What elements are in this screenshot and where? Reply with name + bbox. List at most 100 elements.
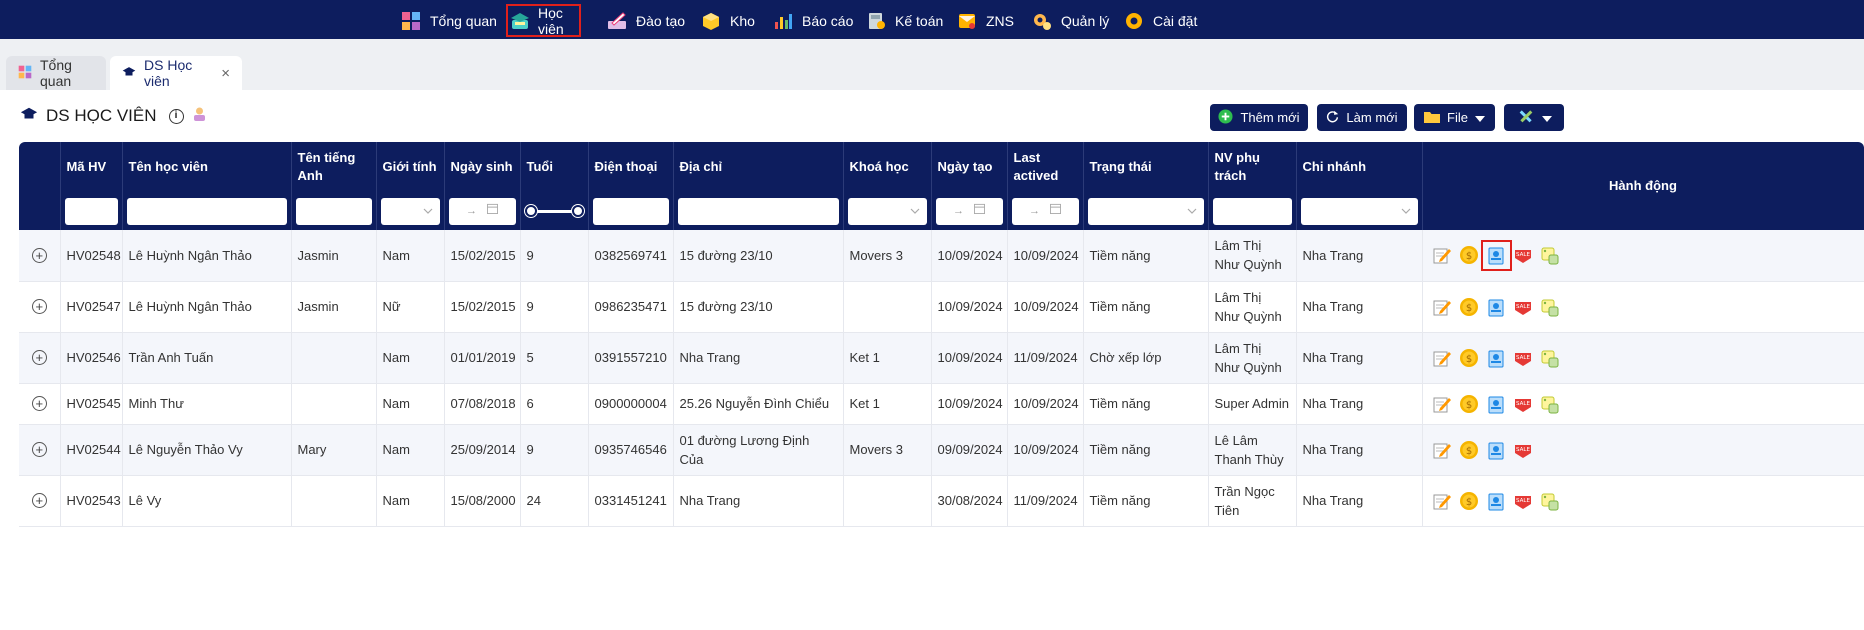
payment-coin-icon[interactable]: $ — [1458, 244, 1481, 267]
enroll-document-icon[interactable] — [1485, 295, 1508, 318]
col-header-branch[interactable]: Chi nhánh — [1296, 142, 1423, 192]
sale-tag-icon[interactable]: SALE — [1512, 489, 1535, 512]
table-row[interactable]: + HV02548 Lê Huỳnh Ngân Thảo Jasmin Nam … — [19, 230, 1864, 282]
schedule-dice-icon[interactable] — [1539, 346, 1562, 369]
expand-row-icon[interactable]: + — [31, 493, 47, 508]
slider-min-handle[interactable] — [524, 204, 537, 217]
payment-coin-icon[interactable]: $ — [1458, 438, 1481, 461]
edit-icon[interactable] — [1431, 392, 1454, 415]
col-header-english-name[interactable]: Tên tiếng Anh — [291, 142, 377, 192]
filter-phone-input[interactable] — [592, 197, 669, 225]
filter-age-slider[interactable] — [524, 198, 584, 225]
col-header-last-active[interactable]: Last actived — [1007, 142, 1084, 192]
sale-tag-icon[interactable]: SALE — [1512, 346, 1535, 369]
payment-coin-icon[interactable]: $ — [1458, 295, 1481, 318]
filter-english-name-input[interactable] — [295, 197, 372, 225]
tools-icon — [1517, 107, 1535, 128]
col-header-code[interactable]: Mã HV — [60, 142, 123, 192]
cell-phone: 0391557210 — [588, 332, 674, 384]
enroll-document-icon[interactable] — [1485, 438, 1508, 461]
enroll-document-icon[interactable] — [1485, 392, 1508, 415]
enroll-document-icon[interactable] — [1485, 489, 1508, 512]
payment-coin-icon[interactable]: $ — [1458, 392, 1481, 415]
col-header-created[interactable]: Ngày tạo — [931, 142, 1008, 192]
filter-last-active-range[interactable]: → — [1011, 197, 1079, 225]
slider-max-handle[interactable] — [571, 204, 584, 217]
sale-tag-icon[interactable]: SALE — [1512, 244, 1535, 267]
col-header-address[interactable]: Địa chỉ — [673, 142, 844, 192]
nav-item-reports[interactable]: Báo cáo — [768, 4, 857, 37]
filter-course-select[interactable] — [847, 197, 927, 225]
edit-icon[interactable] — [1431, 244, 1454, 267]
tab-students[interactable]: DS Học viên × — [110, 56, 242, 90]
expand-row-icon[interactable]: + — [31, 442, 47, 457]
cell-age: 24 — [520, 475, 589, 527]
close-icon[interactable]: × — [221, 65, 230, 82]
col-header-status[interactable]: Trạng thái — [1083, 142, 1209, 192]
edit-icon[interactable] — [1431, 295, 1454, 318]
col-header-age[interactable]: Tuổi — [520, 142, 589, 192]
file-dropdown-button[interactable]: File — [1414, 104, 1495, 131]
filter-name-input[interactable] — [126, 197, 287, 225]
enroll-document-icon[interactable] — [1480, 239, 1512, 271]
tools-dropdown-button[interactable] — [1504, 104, 1564, 131]
nav-item-accounting[interactable]: Kế toán — [861, 4, 947, 37]
payment-coin-icon[interactable]: $ — [1458, 346, 1481, 369]
top-navigation: Tổng quan Học viên Đào tạo Kho Báo cáo K… — [0, 0, 1864, 39]
schedule-dice-icon[interactable] — [1539, 295, 1562, 318]
students-table: Mã HV Tên học viên Tên tiếng Anh Giới tí… — [19, 142, 1864, 630]
col-header-name[interactable]: Tên học viên — [122, 142, 292, 192]
expand-row-icon[interactable]: + — [31, 299, 47, 314]
tab-overview[interactable]: Tổng quan — [6, 56, 106, 90]
schedule-dice-icon[interactable] — [1539, 489, 1562, 512]
filter-branch-select[interactable] — [1300, 197, 1418, 225]
cell-last-active: 10/09/2024 — [1007, 383, 1084, 425]
sale-tag-icon[interactable]: SALE — [1512, 392, 1535, 415]
nav-item-warehouse[interactable]: Kho — [696, 4, 759, 37]
user-avatar-icon[interactable] — [192, 106, 207, 127]
col-header-staff[interactable]: NV phụ trách — [1208, 142, 1297, 192]
expand-row-icon[interactable]: + — [31, 350, 47, 365]
schedule-dice-icon[interactable] — [1539, 392, 1562, 415]
expand-row-icon[interactable]: + — [31, 247, 47, 263]
nav-item-accounting-label: Kế toán — [895, 12, 944, 29]
filter-code-input[interactable] — [64, 197, 118, 225]
col-header-phone[interactable]: Điện thoại — [588, 142, 674, 192]
add-new-button[interactable]: Thêm mới — [1210, 104, 1308, 131]
sale-tag-icon[interactable]: SALE — [1512, 438, 1535, 461]
info-icon[interactable]: i — [168, 108, 184, 124]
col-header-course[interactable]: Khoá học — [843, 142, 932, 192]
nav-item-settings[interactable]: Cài đặt — [1119, 4, 1201, 37]
cell-name: Minh Thư — [122, 383, 292, 425]
filter-dob-range[interactable]: → — [448, 197, 516, 225]
table-row[interactable]: + HV02547 Lê Huỳnh Ngân Thảo Jasmin Nữ 1… — [19, 281, 1864, 333]
nav-item-students[interactable]: Học viên — [506, 4, 581, 37]
sale-tag-icon[interactable]: SALE — [1512, 295, 1535, 318]
col-header-dob[interactable]: Ngày sinh — [444, 142, 521, 192]
nav-item-zns[interactable]: ZNS — [952, 4, 1018, 37]
nav-item-training[interactable]: Đào tạo — [602, 4, 689, 37]
schedule-dice-icon[interactable] — [1539, 244, 1562, 267]
table-row[interactable]: + HV02546 Trần Anh Tuấn Nam 01/01/2019 5… — [19, 332, 1864, 384]
edit-icon[interactable] — [1431, 438, 1454, 461]
edit-icon[interactable] — [1431, 489, 1454, 512]
filter-address-input[interactable] — [677, 197, 839, 225]
filter-staff-input[interactable] — [1212, 197, 1292, 225]
cell-english-name — [291, 475, 377, 527]
col-header-gender[interactable]: Giới tính — [376, 142, 445, 192]
payment-coin-icon[interactable]: $ — [1458, 489, 1481, 512]
enroll-document-icon[interactable] — [1485, 346, 1508, 369]
refresh-button[interactable]: Làm mới — [1317, 104, 1407, 131]
table-row[interactable]: + HV02543 Lê Vy Nam 15/08/2000 24 033145… — [19, 475, 1864, 527]
nav-item-overview[interactable]: Tổng quan — [396, 4, 501, 37]
expand-row-icon[interactable]: + — [31, 396, 47, 411]
filter-created-range[interactable]: → — [935, 197, 1003, 225]
nav-item-management[interactable]: Quản lý — [1027, 4, 1113, 37]
cell-address: 15 đường 23/10 — [673, 230, 844, 282]
cell-age: 9 — [520, 281, 589, 333]
filter-status-select[interactable] — [1087, 197, 1204, 225]
edit-icon[interactable] — [1431, 346, 1454, 369]
table-row[interactable]: + HV02544 Lê Nguyễn Thảo Vy Mary Nam 25/… — [19, 424, 1864, 476]
table-row[interactable]: + HV02545 Minh Thư Nam 07/08/2018 6 0900… — [19, 383, 1864, 425]
filter-gender-select[interactable] — [380, 197, 440, 225]
